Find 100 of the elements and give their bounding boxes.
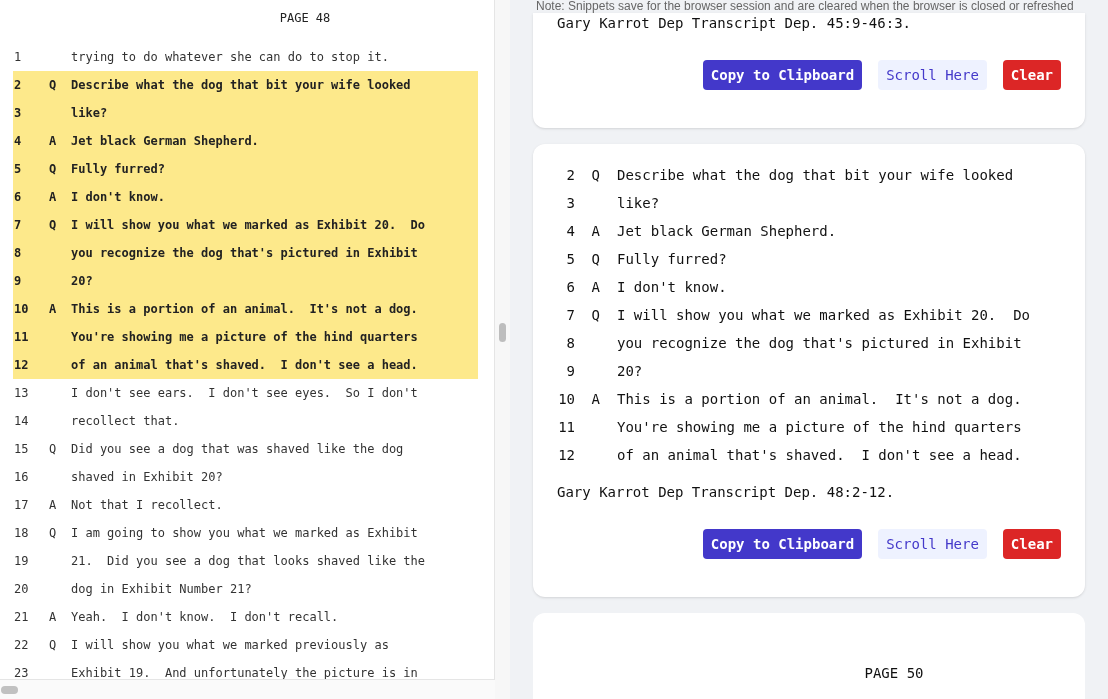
resize-handle[interactable] [499,323,506,342]
transcript-line: Did you see a dog that was shaved like the dog [71,441,404,458]
transcript-line: I don't know. [617,277,727,297]
speaker-label: A [591,277,600,297]
line-number: 14 [13,413,30,430]
speaker-label: Q [48,526,57,540]
transcript-line: you recognize the dog that's pictured in Exhibit [617,333,1022,353]
line-number: 2 [565,165,575,185]
line-number: 6 [13,189,23,206]
snippet-button[interactable]: Copy to Clipboard [702,529,863,559]
transcript-row[interactable]: 7 Q I will show you what we marked as Exhibit 20. Do [13,211,478,239]
transcript-line: 20? [617,361,643,381]
transcript-line: I am going to show you what we marked as Exhibit [71,525,418,542]
transcript-row[interactable]: 20 dog in Exhibit Number 21? [13,575,478,603]
line-number: 16 [13,469,30,486]
speaker-label: Q [48,442,57,456]
speaker-label: Q [591,305,600,325]
transcript-row[interactable]: 3 like? [13,99,478,127]
speaker-label: A [48,302,57,316]
line-number: 5 [13,161,23,178]
transcript-row[interactable]: 13 I don't see ears. I don't see eyes. So I don't [13,379,478,407]
line-number: 1 [13,49,23,66]
transcript-line: recollect that. [71,413,180,430]
line-number: 5 [565,249,575,269]
transcript-row[interactable]: 2 Q Describe what the dog that bit your wife looked [13,71,478,99]
line-number: 9 [565,361,575,381]
transcript-row[interactable]: 4 A Jet black German Shepherd. [13,127,478,155]
speaker-label: A [48,190,57,204]
line-number: 8 [13,245,23,262]
speaker-label: A [48,610,57,624]
line-number: 6 [565,277,575,297]
line-number: 21 [13,609,30,626]
line-number: 3 [13,105,23,122]
transcript-line: 20? [71,273,93,290]
note-text: Note: Snippets save for the browser session and are cleared when the browser is closed or refreshed [536,0,1074,13]
line-number: 19 [13,553,30,570]
transcript-line: This is a portion of an animal. It's not a dog. [71,301,418,318]
line-number: 12 [557,445,575,465]
page-heading: PAGE 48 [279,10,331,27]
snippet-button[interactable]: Clear [1002,60,1061,90]
transcript-row[interactable]: 18 Q I am going to show you what we marked as Exhibit [13,519,478,547]
snippet-button[interactable]: Scroll Here [878,60,987,90]
speaker-label: Q [48,218,57,232]
transcript-line: trying to do whatever she can do to stop it. [71,49,389,66]
line-number: 11 [557,417,575,437]
speaker-label: Q [591,249,600,269]
transcript-line: This is a portion of an animal. It's not a dog. [617,389,1022,409]
transcript-line: I don't see ears. I don't see eyes. So I don't [71,385,418,402]
transcript-row[interactable]: 5 Q Fully furred? [13,155,478,183]
transcript-line: Not that I recollect. [71,497,223,514]
line-number: 10 [13,301,30,318]
transcript-row[interactable]: 12 of an animal that's shaved. I don't see a head. [13,351,478,379]
transcript-row[interactable]: 23 Exhibit 19. And unfortunately the picture is in [13,659,478,679]
transcript-line: Jet black German Shepherd. [617,221,837,241]
line-number: 23 [13,665,30,679]
snippet-button[interactable]: Scroll Here [878,529,987,559]
line-number: 4 [13,133,23,150]
line-number: 22 [13,637,30,654]
transcript-row[interactable]: 8 you recognize the dog that's pictured in Exhibit [13,239,478,267]
transcript-line: You're showing me a picture of the hind quarters [71,329,418,346]
transcript-row[interactable]: 21 A Yeah. I don't know. I don't recall. [13,603,478,631]
speaker-label: Q [48,638,57,652]
transcript-row[interactable]: 17 A Not that I recollect. [13,491,478,519]
transcript-line: shaved in Exhibit 20? [71,469,223,486]
line-number: 20 [13,581,30,598]
transcript-row[interactable]: 10 A This is a portion of an animal. It's not a dog. [13,295,478,323]
line-number: 12 [13,357,30,374]
line-number: 11 [13,329,30,346]
line-number: 15 [13,441,30,458]
speaker-label: A [48,134,57,148]
snippet-button[interactable]: Copy to Clipboard [702,60,863,90]
transcript-row[interactable]: 1 trying to do whatever she can do to stop it. [13,43,478,71]
line-number: 7 [565,305,575,325]
speaker-label: A [48,498,57,512]
transcript-row[interactable]: 22 Q I will show you what we marked previously as [13,631,478,659]
transcript-row[interactable]: 19 21. Did you see a dog that looks shaved like the [13,547,478,575]
line-number: 18 [13,525,30,542]
transcript-line: I will show you what we marked as Exhibit 20. Do [617,305,1030,325]
line-number: 13 [13,385,30,402]
snippet-button[interactable]: Clear [1002,529,1061,559]
transcript-line: I don't know. [71,189,165,206]
line-number: 9 [13,273,23,290]
page-heading: PAGE 50 [864,664,924,683]
transcript-line: dog in Exhibit Number 21? [71,581,252,598]
citation-text: Gary Karrot Dep Transcript Dep. 48:2-12. [557,483,896,502]
transcript-line: 21. Did you see a dog that looks shaved like the [71,553,425,570]
line-number: 8 [565,333,575,353]
transcript-row[interactable]: 9 20? [13,267,478,295]
speaker-label: A [591,221,600,241]
transcript-row[interactable]: 15 Q Did you see a dog that was shaved like the dog [13,435,478,463]
citation-text: Gary Karrot Dep Transcript Dep. 45:9-46:3. [557,14,912,33]
transcript-line: I will show you what we marked as Exhibit 20. Do [71,217,425,234]
transcript-row[interactable]: 16 shaved in Exhibit 20? [13,463,478,491]
transcript-line: You're showing me a picture of the hind quarters [617,417,1022,437]
transcript-row[interactable]: 11 You're showing me a picture of the hind quarters [13,323,478,351]
transcript-row[interactable]: 14 recollect that. [13,407,478,435]
speaker-label: Q [48,162,57,176]
line-number: 10 [557,389,575,409]
transcript-row[interactable]: 6 A I don't know. [13,183,478,211]
scrollbar-thumb[interactable] [1,685,18,694]
